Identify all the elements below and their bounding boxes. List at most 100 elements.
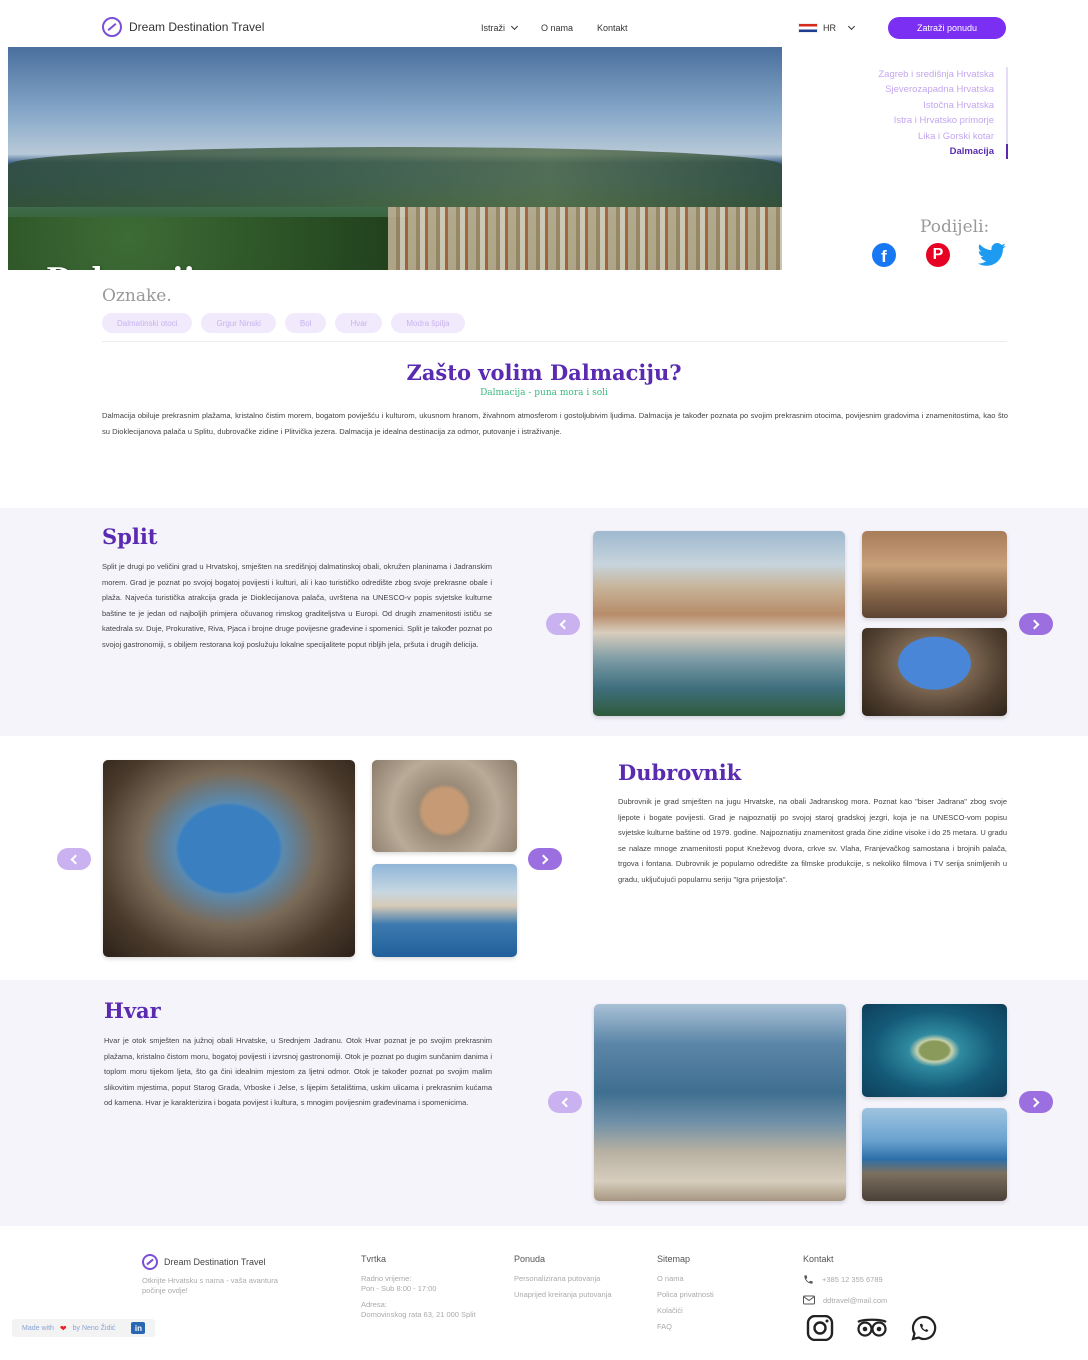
tag-chip[interactable]: Dalmatinski otoci [102, 313, 193, 333]
footer-link[interactable]: Unaprijed kreiranja putovanja [514, 1290, 614, 1300]
nav-link-o-nama[interactable]: O nama [541, 23, 573, 33]
pinterest-icon[interactable]: P [920, 242, 956, 268]
section-text: Split je drugi po veličini grad u Hrvats… [102, 562, 492, 649]
hero-town-shape [388, 207, 782, 270]
gallery-prev-button[interactable] [546, 613, 580, 635]
footer-sitemap: Sitemap O nama Polica privatnosti Kolači… [657, 1254, 767, 1338]
section-title: Split [102, 524, 158, 549]
footer-offer: Ponuda Personalizirana putovanja Unaprij… [514, 1254, 614, 1306]
phone-number: +385 12 355 6789 [822, 1275, 883, 1284]
gallery-next-button[interactable] [528, 848, 562, 870]
footer-tagline: Otkrijte Hrvatsku s nama - vaša avantura… [142, 1276, 278, 1295]
hero-island-shape [8, 147, 782, 207]
region-navigation: Zagreb i središnja Hrvatska Sjeverozapad… [808, 67, 1008, 160]
email-row[interactable]: ddtravel@mail.com [803, 1295, 1003, 1305]
footer-link[interactable]: FAQ [657, 1322, 767, 1332]
tag-chip[interactable]: Grgur Ninski [201, 313, 276, 333]
hvar-photo-harbor[interactable] [594, 1004, 846, 1201]
share-icons: f P [866, 242, 1010, 268]
instagram-icon[interactable] [803, 1314, 837, 1342]
top-navigation: Dream Destination Travel Istraži O nama … [0, 0, 1088, 46]
dubrovnik-photo-coast[interactable] [372, 864, 517, 957]
footer-heading: Ponuda [514, 1254, 546, 1264]
tag-chip[interactable]: Bol [284, 313, 327, 333]
footer-link[interactable]: Kolačići [657, 1306, 767, 1316]
compass-icon [142, 1254, 158, 1270]
region-link-active[interactable]: Dalmacija [808, 144, 994, 159]
section-split: Split Split je drugi po veličini grad u … [0, 508, 1088, 736]
region-link[interactable]: Lika i Gorski kotar [808, 129, 994, 144]
tags-label: Oznake. [102, 286, 172, 306]
hero-title: Dalmacija [46, 262, 214, 270]
region-link[interactable]: Sjeverozapadna Hrvatska [808, 82, 994, 97]
chevron-down-icon [510, 22, 519, 31]
nav-link-label: Istraži [481, 23, 506, 33]
phone-icon [804, 1275, 813, 1284]
nav-link-istrazi[interactable]: Istraži [481, 22, 519, 33]
footer-logo[interactable]: Dream Destination Travel [142, 1254, 312, 1270]
nav-link-kontakt[interactable]: Kontakt [597, 23, 628, 33]
footer-brand-name: Dream Destination Travel [164, 1257, 266, 1267]
language-code: HR [823, 23, 836, 33]
phone-row[interactable]: +385 12 355 6789 [803, 1274, 1003, 1285]
compass-icon [102, 17, 122, 37]
footer-link[interactable]: Polica privatnosti [657, 1290, 767, 1300]
section-dubrovnik: Dubrovnik Dubrovnik je grad smješten na … [0, 736, 1088, 980]
twitter-icon[interactable] [974, 242, 1010, 268]
made-with-prefix: Made with [22, 1324, 54, 1332]
intro-subtitle: Dalmacija - puna mora i soli [480, 388, 608, 398]
linkedin-icon[interactable]: in [131, 1322, 146, 1334]
hvar-photo-island[interactable] [862, 1004, 1007, 1097]
nav-links: Istraži O nama Kontakt [481, 22, 628, 33]
whatsapp-icon[interactable] [907, 1315, 941, 1341]
social-icons [803, 1314, 1003, 1342]
gallery-prev-button[interactable] [57, 848, 91, 870]
tripadvisor-icon[interactable] [855, 1315, 889, 1341]
gallery-next-button[interactable] [1019, 1091, 1053, 1113]
section-text: Dubrovnik je grad smješten na jugu Hrvat… [618, 797, 1007, 884]
email-address: ddtravel@mail.com [823, 1295, 888, 1305]
tag-chip[interactable]: Modra špilja [391, 313, 465, 333]
hero-image: Dalmacija [8, 47, 782, 270]
footer: Dream Destination Travel Otkrijte Hrvats… [0, 1226, 1088, 1360]
section-text: Hvar je otok smješten na južnoj obali Hr… [104, 1036, 492, 1108]
region-link[interactable]: Istočna Hrvatska [808, 98, 994, 113]
mail-icon [803, 1295, 815, 1305]
heart-icon: ❤ [59, 1323, 67, 1333]
tag-list: Dalmatinski otoci Grgur Ninski Bol Hvar … [102, 313, 465, 333]
brand-name: Dream Destination Travel [129, 20, 265, 34]
region-link[interactable]: Istra i Hrvatsko primorje [808, 113, 994, 128]
hvar-photo-fortress[interactable] [862, 1108, 1007, 1201]
dubrovnik-photo-fountain[interactable] [372, 760, 517, 852]
address-label: Adresa: [361, 1300, 387, 1309]
footer-brand: Dream Destination Travel Otkrijte Hrvats… [142, 1254, 312, 1302]
made-with-suffix: by Neno Židić [72, 1324, 116, 1332]
split-photo-main[interactable] [593, 531, 845, 716]
split-photo-palace[interactable] [862, 531, 1007, 618]
split-photo-vestibule[interactable] [862, 628, 1007, 716]
divider [102, 341, 1007, 342]
brand-logo[interactable]: Dream Destination Travel [102, 17, 264, 37]
croatia-flag-icon [798, 23, 818, 33]
footer-link[interactable]: O nama [657, 1274, 767, 1284]
language-selector[interactable]: HR [798, 22, 856, 33]
footer-contact: Kontakt +385 12 355 6789 ddtravel@mail.c… [803, 1254, 1003, 1342]
footer-heading: Tvrtka [361, 1254, 387, 1264]
gallery-next-button[interactable] [1019, 613, 1053, 635]
hours-value: Pon - Sub 8:00 - 17:00 [361, 1284, 437, 1293]
gallery-prev-button[interactable] [548, 1091, 582, 1113]
made-with-badge[interactable]: Made with ❤ by Neno Židić in [12, 1319, 156, 1337]
hours-label: Radno vrijeme: [361, 1274, 412, 1283]
intro-text: Dalmacija obiluje prekrasnim plažama, kr… [102, 411, 1008, 436]
section-hvar: Hvar Hvar je otok smješten na južnoj oba… [0, 980, 1088, 1226]
footer-company: Tvrtka Radno vrijeme: Pon - Sub 8:00 - 1… [361, 1254, 481, 1326]
region-link[interactable]: Zagreb i središnja Hrvatska [808, 67, 994, 82]
share-label: Podijeli: [920, 217, 990, 237]
facebook-icon[interactable]: f [866, 242, 902, 268]
footer-link[interactable]: Personalizirana putovanja [514, 1274, 614, 1284]
tag-chip[interactable]: Hvar [335, 313, 383, 333]
dubrovnik-photo-main[interactable] [103, 760, 355, 957]
address-value: Domovinskog rata 63, 21 000 Split [361, 1310, 476, 1319]
intro-title: Zašto volim Dalmaciju? [406, 360, 682, 385]
request-offer-button[interactable]: Zatraži ponudu [888, 17, 1006, 39]
